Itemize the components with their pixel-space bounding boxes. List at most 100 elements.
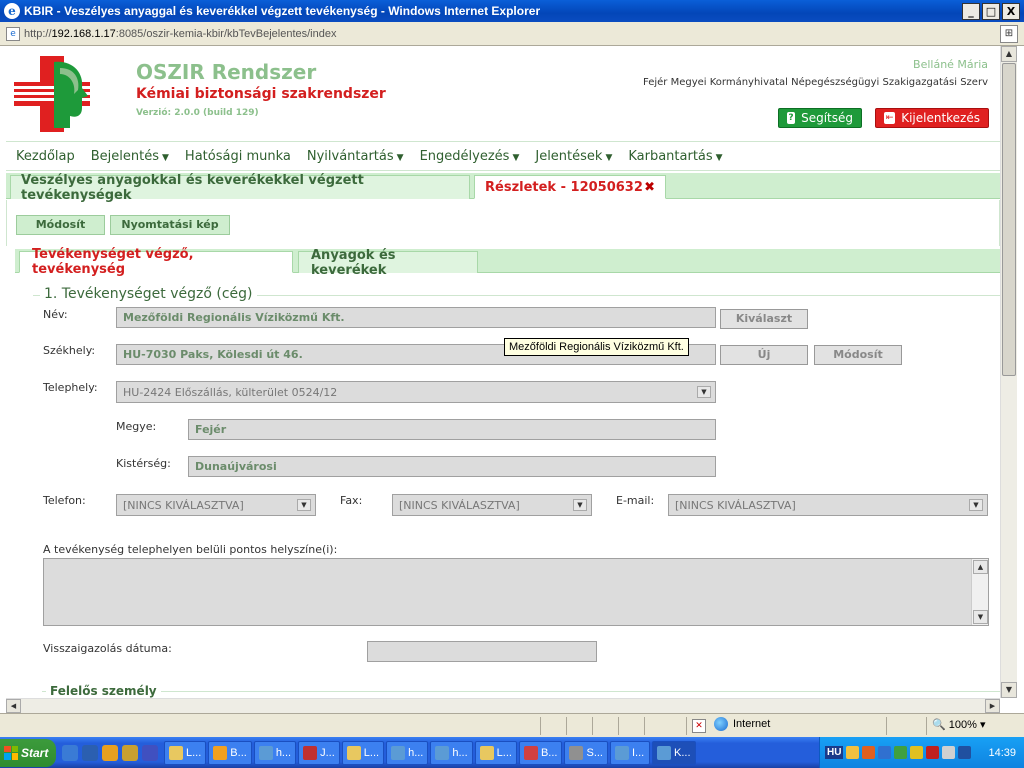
status-divider <box>566 717 567 735</box>
task-label: J... <box>320 746 335 759</box>
task-button[interactable]: J... <box>298 740 340 765</box>
site-label: Telephely: <box>43 381 98 394</box>
caret-down-icon: ▼ <box>396 153 404 163</box>
ie-icon <box>657 745 671 760</box>
task-label: S... <box>586 746 603 759</box>
scroll-down-icon[interactable]: ▼ <box>1001 682 1017 698</box>
tab-activity-list[interactable]: Veszélyes anyagokkal és keverékekkel vég… <box>10 173 470 203</box>
menu-label: Bejelentés <box>90 149 159 164</box>
help-button[interactable]: ? Segítség <box>778 108 862 128</box>
task-button[interactable]: B... <box>208 740 252 765</box>
county-label: Megye: <box>116 420 157 433</box>
task-button[interactable]: L... <box>164 740 207 765</box>
shield-icon[interactable] <box>910 746 924 759</box>
tab-operator-activity[interactable]: Tevékenységet végző, tevékenység <box>19 247 293 277</box>
status-divider <box>618 717 619 735</box>
location-textarea[interactable]: ▲ ▼ <box>43 558 989 626</box>
scroll-up-icon[interactable]: ▲ <box>1001 46 1017 62</box>
oszir-logo-icon <box>14 56 90 132</box>
app-icon <box>303 745 318 760</box>
fax-select[interactable]: [NINCS KIVÁLASZTVA] ▼ <box>392 494 592 516</box>
close-window-button[interactable]: X <box>1002 2 1020 20</box>
system-tray: HU 14:39 <box>819 737 1024 768</box>
task-button[interactable]: L... <box>474 740 517 765</box>
confirm-date-field[interactable] <box>367 641 597 662</box>
new-button[interactable]: Új <box>720 345 808 365</box>
browser-quicklaunch-icon[interactable] <box>82 744 98 761</box>
scroll-right-icon[interactable]: ▶ <box>985 699 1000 713</box>
start-label: Start <box>21 745 49 760</box>
dropdown-arrow-icon[interactable]: ▼ <box>697 386 711 398</box>
modify-seat-button[interactable]: Módosít <box>814 345 902 365</box>
dropdown-arrow-icon[interactable]: ▼ <box>297 499 311 511</box>
maximize-button[interactable]: □ <box>982 2 1000 20</box>
caret-down-icon: ▼ <box>605 153 613 163</box>
region-field[interactable]: Dunaújvárosi <box>188 456 716 477</box>
menu-item-registry[interactable]: Nyilvántartás ▼ <box>307 149 404 164</box>
scroll-left-icon[interactable]: ◀ <box>6 699 21 713</box>
ie-icon <box>391 745 406 760</box>
name-label: Név: <box>43 308 68 321</box>
popup-blocked-icon[interactable]: ✕ <box>692 719 706 733</box>
zone-label: Internet <box>733 718 771 730</box>
name-field[interactable]: Mezőföldi Regionális Víziközmű Kft. <box>116 307 716 328</box>
scroll-down-icon[interactable]: ▼ <box>973 610 988 624</box>
url-prefix: http:// <box>24 27 52 40</box>
menu-item-maintenance[interactable]: Karbantartás ▼ <box>628 149 722 164</box>
close-tab-icon[interactable]: ✖ <box>644 180 655 195</box>
site-select[interactable]: HU-2424 Előszállás, külterület 0524/12 ▼ <box>116 381 716 403</box>
page-vertical-scrollbar[interactable]: ▲ ▼ <box>1000 46 1017 698</box>
menu-item-licensing[interactable]: Engedélyezés ▼ <box>420 149 520 164</box>
security-zone[interactable]: Internet <box>714 717 770 731</box>
compatibility-icon[interactable]: ⊞ <box>1000 24 1018 43</box>
phone-select[interactable]: [NINCS KIVÁLASZTVA] ▼ <box>116 494 316 516</box>
ie-quicklaunch-icon[interactable] <box>62 744 78 761</box>
volume-icon[interactable] <box>942 746 956 759</box>
task-button[interactable]: h... <box>430 740 473 765</box>
menu-item-authority-work[interactable]: Hatósági munka <box>185 149 291 164</box>
task-button[interactable]: B... <box>518 740 563 765</box>
section-title: 1. Tevékenységet végző (cég) <box>40 286 257 302</box>
select-button[interactable]: Kiválaszt <box>720 309 808 329</box>
task-button[interactable]: I... <box>610 740 650 765</box>
logout-button[interactable]: ⇤ Kijelentkezés <box>875 108 989 128</box>
scroll-up-icon[interactable]: ▲ <box>973 560 988 574</box>
dropdown-arrow-icon[interactable]: ▼ <box>969 499 983 511</box>
tab-details[interactable]: Részletek - 12050632 ✖ <box>474 175 666 199</box>
minimize-button[interactable]: _ <box>962 2 980 20</box>
app-subtitle: Kémiai biztonsági szakrendszer <box>136 86 386 102</box>
modify-button[interactable]: Módosít <box>16 215 105 235</box>
media-quicklaunch-icon[interactable] <box>142 744 158 761</box>
url-text[interactable]: http://192.168.1.17:8085/oszir-kemia-kbi… <box>24 28 1000 40</box>
menu-item-home[interactable]: Kezdőlap <box>16 149 75 164</box>
dropdown-arrow-icon[interactable]: ▼ <box>573 499 587 511</box>
tool-quicklaunch-icon[interactable] <box>122 744 138 761</box>
scroll-thumb[interactable] <box>1002 63 1016 376</box>
menu-label: Hatósági munka <box>184 149 291 164</box>
task-button[interactable]: h... <box>386 740 429 765</box>
window-controls: _ □ X <box>962 2 1020 20</box>
mail-icon[interactable] <box>846 746 860 759</box>
antivirus-icon[interactable] <box>926 746 940 759</box>
security-icon[interactable] <box>894 746 908 759</box>
tab-substances[interactable]: Anyagok és keverékek <box>298 248 478 278</box>
task-button[interactable]: L... <box>341 740 385 765</box>
start-button[interactable]: Start <box>0 738 56 767</box>
address-bar[interactable]: e http://192.168.1.17:8085/oszir-kemia-k… <box>0 22 1024 46</box>
remote-icon[interactable] <box>958 746 972 759</box>
county-field[interactable]: Fejér <box>188 419 716 440</box>
print-view-button[interactable]: Nyomtatási kép <box>110 215 230 235</box>
language-indicator[interactable]: HU <box>825 746 844 759</box>
zoom-control[interactable]: 🔍 100% ▾ <box>932 718 985 731</box>
task-button[interactable]: S... <box>564 740 608 765</box>
app-quicklaunch-icon[interactable] <box>102 744 118 761</box>
email-select[interactable]: [NINCS KIVÁLASZTVA] ▼ <box>668 494 988 516</box>
menu-item-reports[interactable]: Jelentések ▼ <box>535 149 612 164</box>
page-horizontal-scrollbar[interactable]: ◀ ▶ <box>6 698 1000 713</box>
task-button[interactable]: h... <box>253 740 297 765</box>
task-button-active[interactable]: K... <box>652 740 696 765</box>
app-tray-icon[interactable] <box>862 746 876 759</box>
menu-item-report[interactable]: Bejelentés ▼ <box>91 149 169 164</box>
textarea-scrollbar[interactable]: ▲ ▼ <box>971 559 988 625</box>
network-icon[interactable] <box>878 746 892 759</box>
